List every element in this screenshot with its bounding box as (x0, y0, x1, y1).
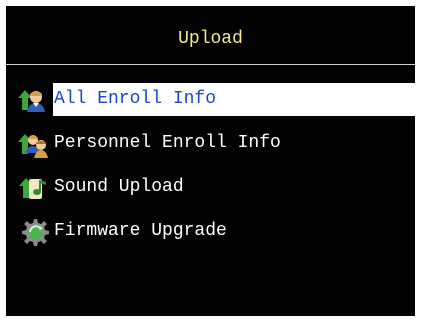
header: Upload (6, 6, 415, 64)
lcd-screen: Upload All Enroll Info Personnel Enroll … (6, 6, 415, 316)
menu-item-sound-upload[interactable]: Sound Upload (6, 171, 415, 204)
upload-menu: All Enroll Info Personnel Enroll Info So… (6, 83, 415, 259)
menu-item-label: Sound Upload (54, 177, 184, 197)
gear-upgrade-icon (16, 217, 54, 247)
menu-item-all-enroll-info[interactable]: All Enroll Info (6, 83, 415, 116)
menu-item-personnel-enroll-info[interactable]: Personnel Enroll Info (6, 127, 415, 160)
device-frame: Upload All Enroll Info Personnel Enroll … (0, 0, 421, 322)
user-upload-icon (16, 85, 54, 115)
page-title: Upload (178, 29, 243, 49)
empty-screen-area (6, 274, 415, 316)
menu-item-label: Personnel Enroll Info (54, 133, 281, 153)
menu-item-label: All Enroll Info (54, 89, 217, 109)
menu-item-label: Firmware Upgrade (54, 221, 227, 241)
music-note-upload-icon (16, 173, 54, 203)
menu-item-firmware-upgrade[interactable]: Firmware Upgrade (6, 215, 415, 248)
header-divider (6, 64, 415, 65)
users-upload-icon (16, 129, 54, 159)
